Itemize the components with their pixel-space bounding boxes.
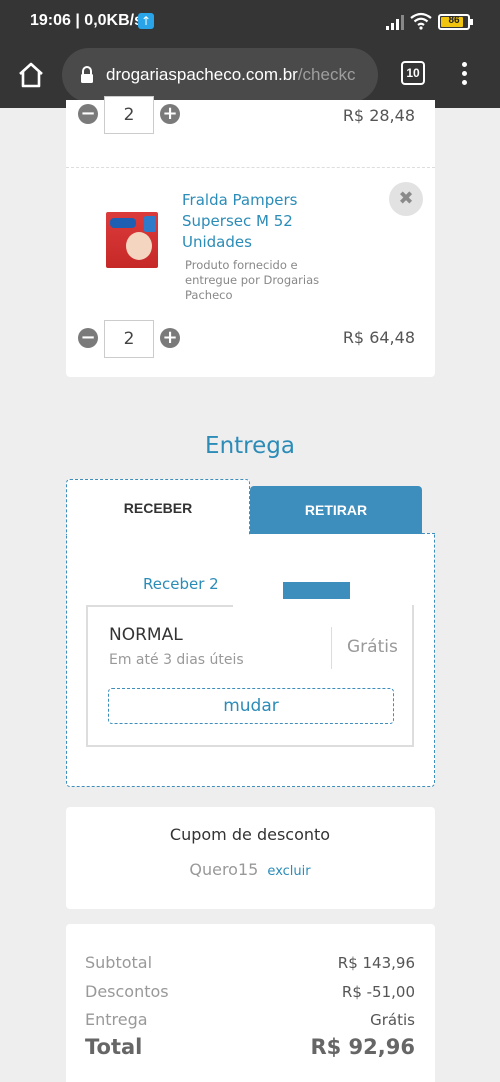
url-path: /checkc [297, 65, 356, 84]
battery-icon: 86 [438, 14, 470, 30]
product-name-link[interactable]: Fralda Pampers Supersec M 52 Unidades [182, 190, 342, 253]
option-top-border [88, 605, 233, 607]
sub-tab-receber-2[interactable]: Receber 2 [143, 575, 219, 593]
browser-chrome: 19:06 | 0,0KB/s ↑ 86 drogariaspacheco.co… [0, 0, 500, 108]
remove-item-button[interactable]: ✖ [389, 182, 423, 216]
coupon-card [66, 807, 435, 909]
tab-switcher-button[interactable]: 10 [401, 61, 425, 85]
coupon-title: Cupom de desconto [169, 825, 331, 844]
quantity-input[interactable]: 2 [104, 96, 154, 134]
sub-tab-indicator[interactable] [283, 582, 350, 599]
total-value: R$ 92,96 [310, 1035, 415, 1059]
delivery-fee-value: Grátis [370, 1011, 415, 1029]
discount-label: Descontos [85, 982, 169, 1001]
decrease-quantity-button[interactable]: − [78, 328, 98, 348]
subtotal-label: Subtotal [85, 953, 153, 972]
delivery-section-title: Entrega [205, 433, 295, 459]
increase-quantity-button[interactable]: + [160, 104, 180, 124]
url-domain: drogariaspacheco.com.br [106, 65, 298, 84]
discount-value: R$ -51,00 [341, 983, 415, 1001]
wifi-icon [410, 12, 432, 30]
option-divider [331, 627, 332, 669]
product-image[interactable] [106, 212, 158, 268]
decrease-quantity-button[interactable]: − [78, 104, 98, 124]
item-price: R$ 64,48 [342, 328, 415, 347]
product-photo [126, 232, 152, 260]
increase-quantity-button[interactable]: + [160, 328, 180, 348]
shipping-option-name: NORMAL [109, 625, 183, 645]
tab-receber[interactable]: RECEBER [66, 479, 250, 535]
subtotal-value: R$ 143,96 [337, 954, 415, 972]
url-text: drogariaspacheco.com.br/checkc [106, 65, 355, 85]
lock-icon [81, 66, 93, 83]
status-bar: 19:06 | 0,0KB/s ↑ 86 [0, 0, 500, 44]
quantity-input[interactable]: 2 [104, 320, 154, 358]
delivery-fee-label: Entrega [85, 1010, 148, 1029]
coupon-code: Quero15 [189, 860, 259, 879]
home-icon[interactable] [16, 60, 46, 90]
network-speed: | 0,0KB/s [75, 12, 143, 29]
overflow-menu-icon[interactable] [456, 60, 472, 88]
battery-tip [470, 19, 473, 25]
signal-icon [386, 15, 404, 30]
change-shipping-button[interactable]: mudar [108, 688, 394, 724]
battery-level: 86 [448, 15, 460, 26]
seller-note: Produto fornecido e entregue por Drogari… [185, 258, 320, 302]
product-badge [144, 216, 156, 232]
upload-icon: ↑ [138, 13, 154, 29]
total-label: Total [85, 1035, 143, 1059]
shipping-option-eta: Em até 3 dias úteis [109, 652, 244, 668]
url-field[interactable]: drogariaspacheco.com.br/checkc [62, 48, 378, 102]
address-bar: drogariaspacheco.com.br/checkc 10 [0, 44, 500, 108]
item-price: R$ 28,48 [342, 106, 415, 125]
status-time: 19:06 | 0,0KB/s [30, 12, 143, 30]
shipping-option-price: Grátis [347, 637, 398, 657]
item-divider [66, 167, 435, 168]
tab-retirar[interactable]: RETIRAR [250, 486, 422, 534]
clock: 19:06 [30, 12, 71, 29]
coupon-applied: Quero15 excluir [0, 860, 500, 879]
cart-card: − 2 + R$ 28,48 Fralda Pampers Supersec M… [66, 96, 435, 377]
remove-coupon-link[interactable]: excluir [267, 864, 310, 879]
product-logo [110, 218, 136, 228]
